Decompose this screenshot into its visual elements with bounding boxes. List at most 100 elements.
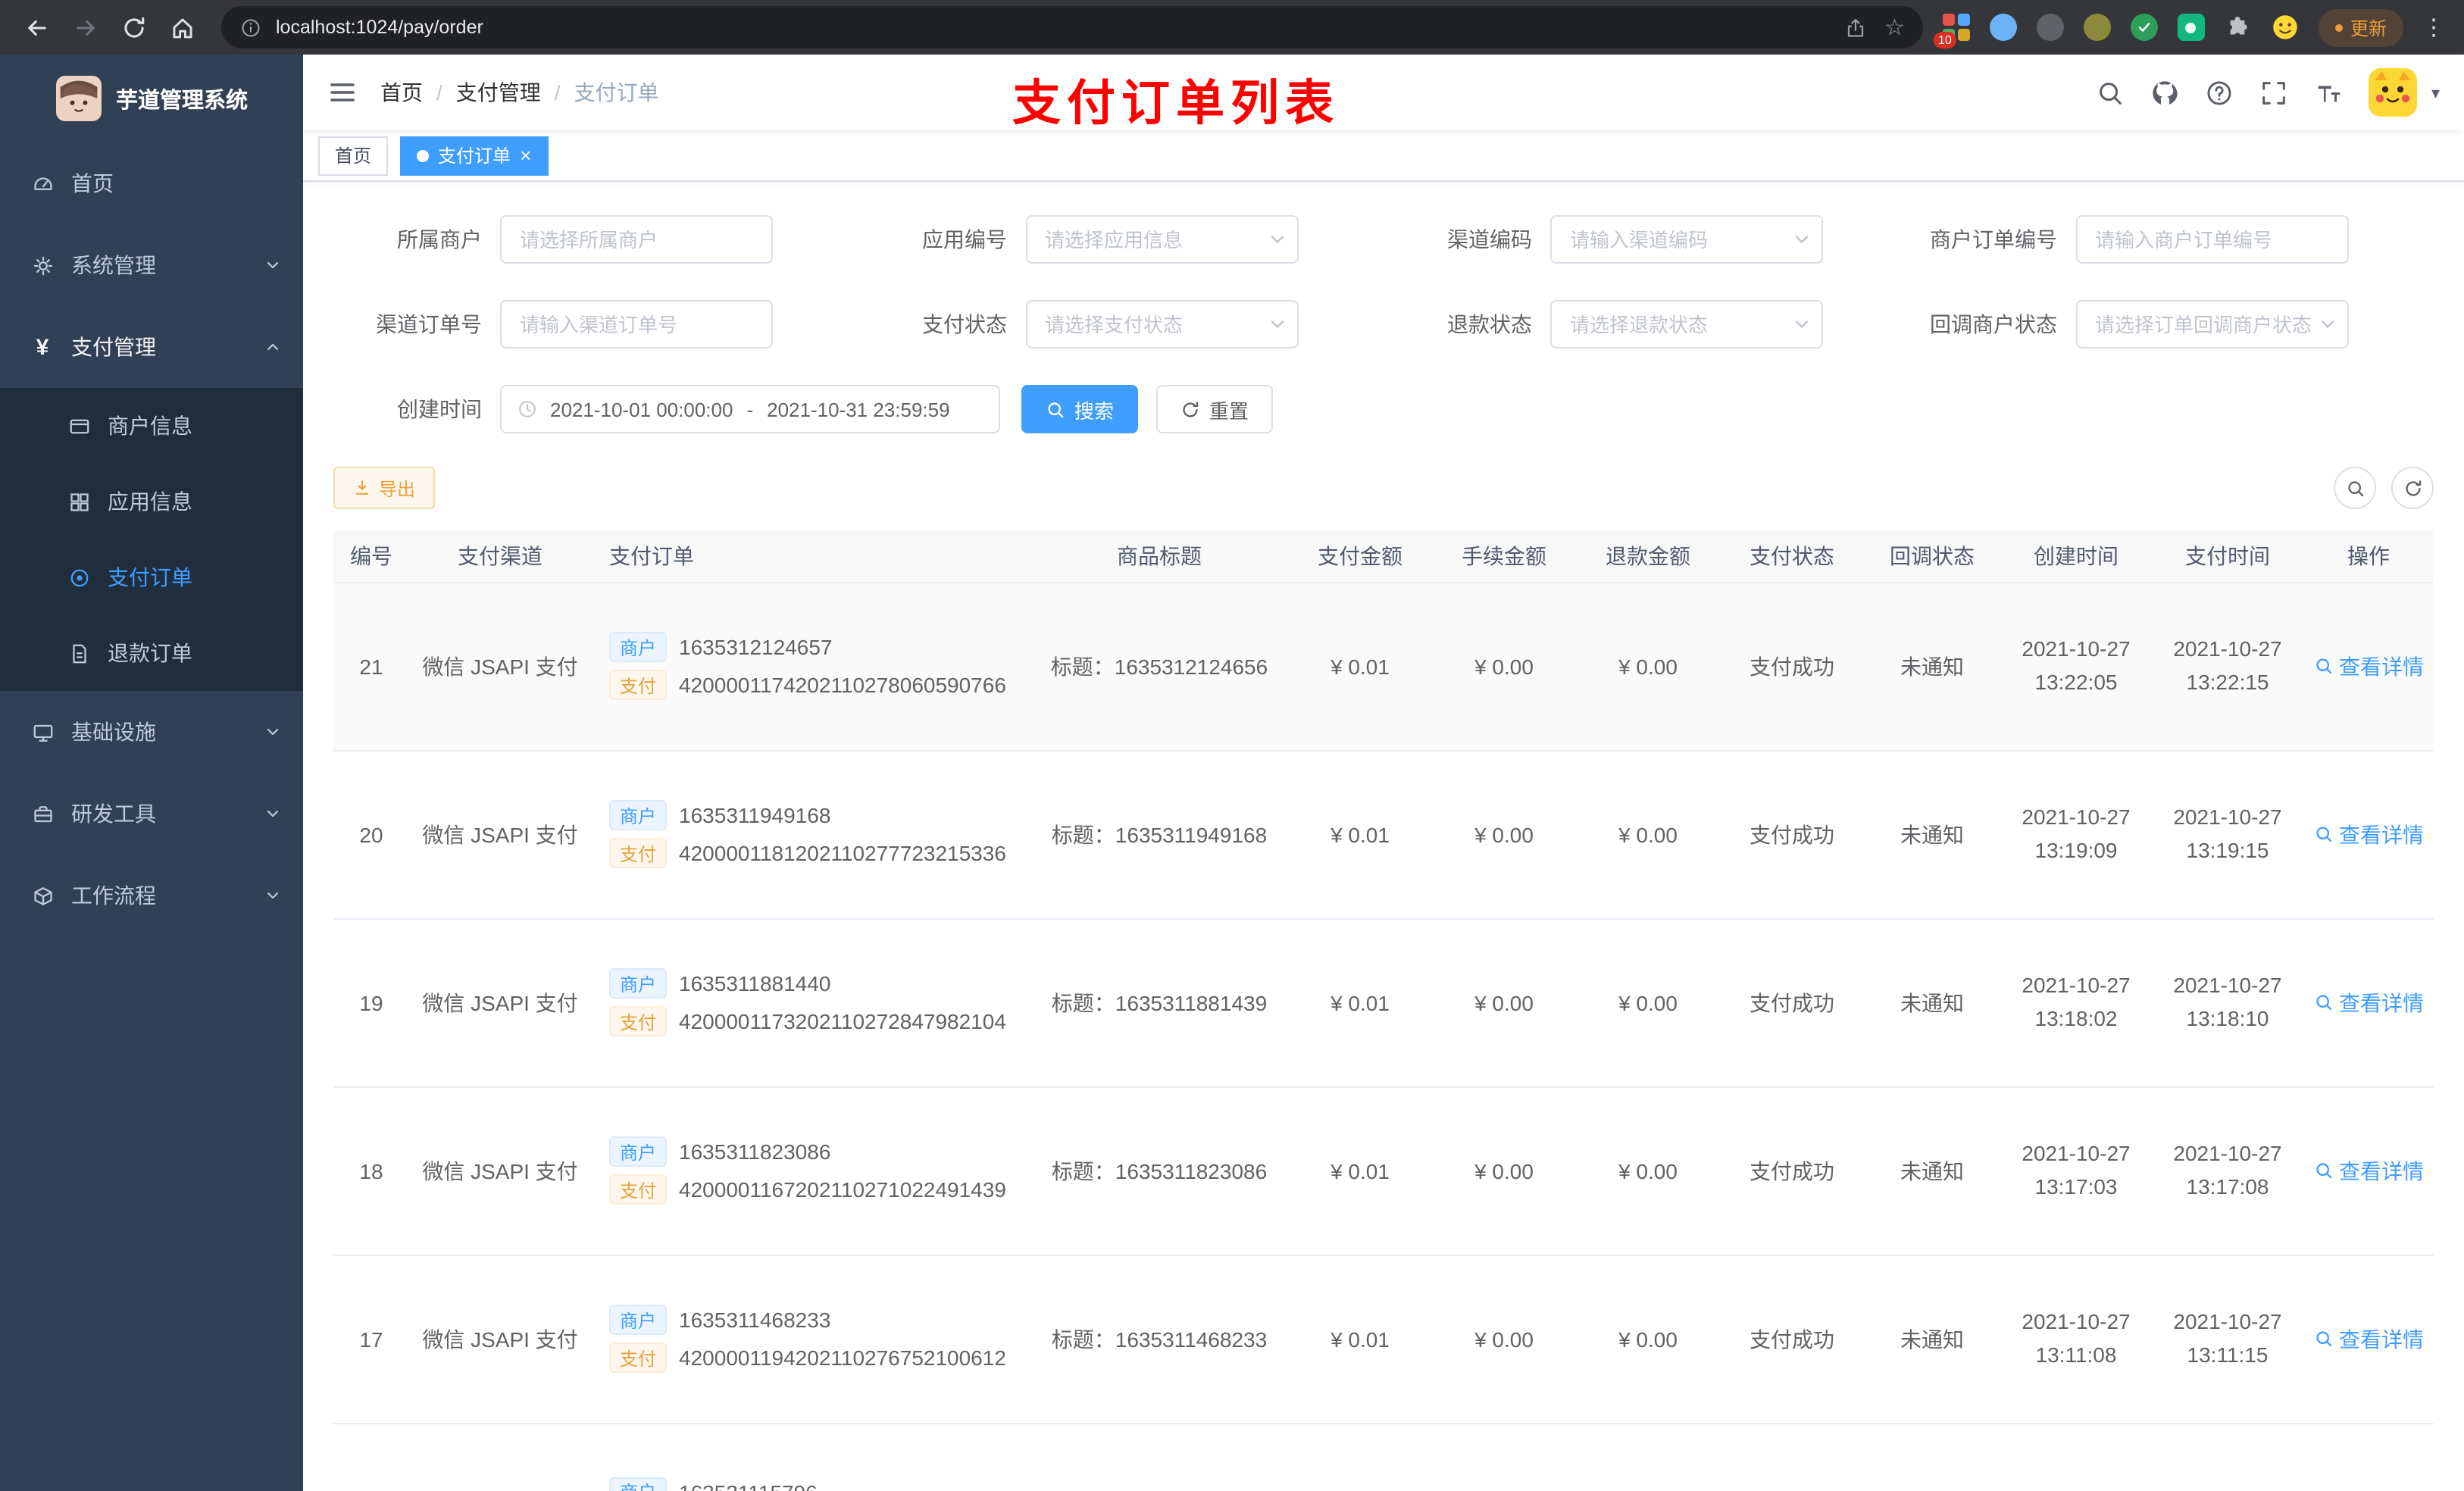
sidebar-item-workflow[interactable]: 工作流程	[0, 855, 303, 936]
search-icon[interactable]	[2097, 78, 2125, 107]
sidebar-toggle-icon[interactable]	[327, 77, 358, 108]
cell-pay-time: 2021-10-27 13:18:10	[2152, 918, 2303, 1087]
sidebar-item-pay-order[interactable]: 支付订单	[0, 539, 303, 615]
fullscreen-icon[interactable]	[2260, 78, 2289, 107]
extension-icon-green-square[interactable]	[2176, 12, 2206, 42]
cell-id: 19	[333, 918, 409, 1087]
col-header-channel: 支付渠道	[409, 530, 591, 583]
view-detail-link[interactable]: 查看详情	[2313, 651, 2424, 681]
channel-order-no-input[interactable]	[500, 300, 773, 349]
channel-code-select[interactable]	[1550, 215, 1823, 264]
pay-tag: 支付	[609, 670, 668, 700]
table-row[interactable]: 20 微信 JSAPI 支付 商户 1635311949168 支付 4200001…	[333, 750, 2434, 919]
share-icon[interactable]	[1843, 16, 1866, 39]
extensions-puzzle-icon[interactable]	[2223, 12, 2253, 42]
extension-icon-check[interactable]	[2129, 12, 2159, 42]
browser-update-button[interactable]: 更新	[2318, 8, 2403, 46]
merchant-order-no: 1635311823086	[679, 1139, 831, 1164]
merchant-tag: 商户	[609, 1136, 668, 1167]
breadcrumb-home[interactable]: 首页	[380, 77, 423, 108]
browser-forward-button[interactable]	[64, 6, 106, 48]
view-detail-link[interactable]: 查看详情	[2313, 1155, 2424, 1186]
browser-back-button[interactable]	[15, 6, 58, 48]
app-logo[interactable]: 芋道管理系统	[0, 55, 303, 142]
address-bar[interactable]: localhost:1024/pay/order ☆	[221, 6, 1923, 48]
cell-title: 标题：1635311468233	[1030, 1255, 1288, 1424]
navbar-actions: ▾	[2097, 68, 2440, 117]
font-size-icon[interactable]	[2315, 78, 2344, 107]
page-content: 所属商户 应用编号 渠道编码 商户订单编号	[303, 182, 2464, 1491]
cell-pay-time: 2021-10-27 13:19:15	[2152, 750, 2303, 919]
extension-icon-devtools[interactable]: 10	[1933, 12, 1972, 48]
active-tab-dot	[417, 149, 430, 161]
browser-home-button[interactable]	[161, 6, 203, 48]
merchant-tag: 商户	[609, 632, 668, 662]
merchant-select[interactable]	[500, 215, 773, 264]
search-button[interactable]: 搜索	[1021, 385, 1139, 433]
sidebar-item-label: 系统管理	[71, 253, 156, 277]
view-detail-link[interactable]: 查看详情	[2313, 1324, 2424, 1354]
merchant-order-no-input[interactable]	[2075, 215, 2348, 264]
grid-icon	[67, 489, 91, 514]
sidebar-item-merchant-info[interactable]: 商户信息	[0, 388, 303, 464]
browser-reload-button[interactable]	[112, 6, 155, 48]
chevron-down-icon	[264, 805, 282, 823]
toggle-search-button[interactable]	[2334, 467, 2376, 509]
site-info-icon[interactable]	[239, 16, 262, 39]
table-row[interactable]: 17 微信 JSAPI 支付 商户 1635311468233 支付 4200001…	[333, 1255, 2434, 1424]
cell-pay-time: 2021-10-27 13:11:15	[2152, 1255, 2303, 1424]
table-row-partial[interactable]: 商户 163531115796	[333, 1423, 2434, 1491]
bookmark-star-icon[interactable]: ☆	[1884, 14, 1905, 41]
sidebar-item-label: 应用信息	[108, 489, 192, 514]
table-row[interactable]: 19 微信 JSAPI 支付 商户 1635311881440 支付 4200001…	[333, 918, 2434, 1087]
col-header-actions: 操作	[2303, 530, 2434, 583]
sidebar: 芋道管理系统 首页 系统管理 ¥ 支付管理 商户信息 应用信息 支付订单 退款订…	[0, 55, 303, 1491]
browser-menu-icon[interactable]: ⋮	[2419, 14, 2449, 41]
merchant-filter-label: 所属商户	[397, 227, 482, 252]
sidebar-item-app-info[interactable]: 应用信息	[0, 464, 303, 539]
extension-icon-emoji[interactable]	[2270, 12, 2300, 42]
tab-home[interactable]: 首页	[318, 136, 389, 175]
cell-create-time: 2021-10-27 13:11:08	[2000, 1255, 2152, 1424]
user-avatar[interactable]	[2369, 68, 2418, 117]
reset-button[interactable]: 重置	[1156, 385, 1274, 433]
sidebar-item-home[interactable]: 首页	[0, 142, 303, 224]
table-row[interactable]: 18 微信 JSAPI 支付 商户 1635311823086 支付 4200001…	[333, 1086, 2434, 1255]
sidebar-item-payment[interactable]: ¥ 支付管理	[0, 306, 303, 388]
view-detail-link[interactable]: 查看详情	[2313, 987, 2424, 1017]
breadcrumb-payment[interactable]: 支付管理	[456, 77, 541, 108]
cell-pay-time: 2021-10-27 13:17:08	[2152, 1086, 2303, 1255]
pay-status-select[interactable]	[1025, 300, 1298, 349]
avatar-caret-icon[interactable]: ▾	[2431, 83, 2440, 102]
top-navbar: 首页 / 支付管理 / 支付订单 支付订单列表 ▾	[303, 55, 2464, 130]
extension-icon-olive[interactable]	[2082, 12, 2112, 42]
cell-order: 商户 1635311949168 支付 4200001181202110277723…	[591, 750, 1030, 919]
extension-icon-blue[interactable]	[1988, 12, 2018, 42]
notify-status-select[interactable]	[2075, 300, 2348, 349]
help-icon[interactable]	[2206, 78, 2234, 107]
filter-form: 所属商户 应用编号 渠道编码 商户订单编号	[333, 215, 2434, 349]
sidebar-item-infrastructure[interactable]: 基础设施	[0, 691, 303, 773]
cell-id: 21	[333, 582, 409, 751]
extension-icon-gray[interactable]	[2035, 12, 2065, 42]
refund-status-select[interactable]	[1550, 300, 1823, 349]
create-time-range-picker[interactable]: 2021-10-01 00:00:00 - 2021-10-31 23:59:5…	[500, 385, 1000, 433]
yen-icon: ¥	[36, 334, 49, 360]
app-no-select[interactable]	[1025, 215, 1298, 264]
refresh-button[interactable]	[2391, 467, 2434, 509]
close-icon[interactable]: ×	[520, 145, 531, 165]
sidebar-item-system[interactable]: 系统管理	[0, 224, 303, 306]
view-detail-link[interactable]: 查看详情	[2313, 819, 2424, 849]
date-range-end: 2021-10-31 23:59:59	[767, 398, 950, 420]
cell-pay-status: 支付成功	[1720, 1086, 1864, 1255]
breadcrumb: 首页 / 支付管理 / 支付订单	[380, 77, 659, 108]
browser-toolbar: localhost:1024/pay/order ☆ 10 更新 ⋮	[0, 0, 2464, 55]
tab-pay-order[interactable]: 支付订单 ×	[400, 136, 549, 175]
cell-notify-status: 未通知	[1864, 750, 2000, 919]
sidebar-item-dev-tools[interactable]: 研发工具	[0, 773, 303, 855]
export-button[interactable]: 导出	[333, 467, 436, 509]
sidebar-item-refund-order[interactable]: 退款订单	[0, 615, 303, 691]
pay-tag: 支付	[609, 838, 668, 868]
table-row[interactable]: 21 微信 JSAPI 支付 商户 1635312124657 支付 4200001…	[333, 582, 2434, 751]
github-icon[interactable]	[2151, 78, 2180, 107]
